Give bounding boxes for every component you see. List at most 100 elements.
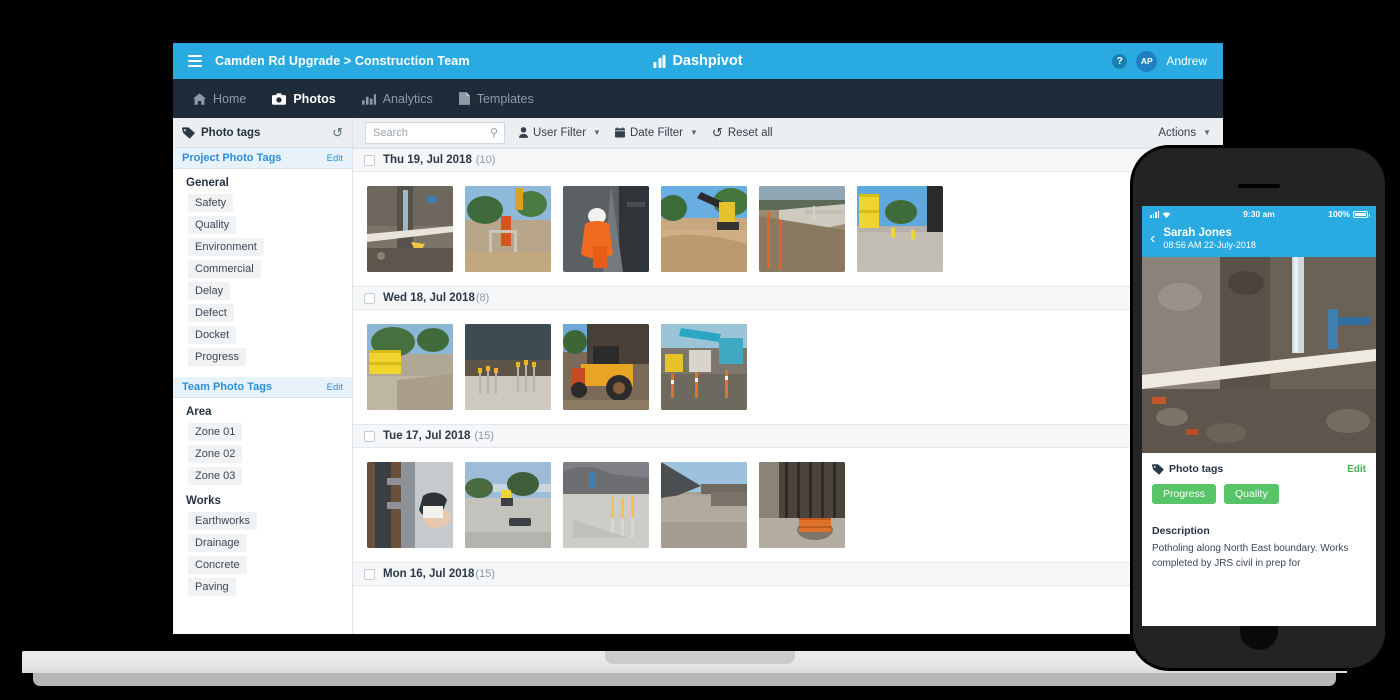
brand-logo: Dashpivot <box>653 53 742 69</box>
photo-thumbnail[interactable] <box>563 186 649 272</box>
chevron-down-icon: ▼ <box>690 128 698 137</box>
nav-item-photos[interactable]: Photos <box>272 92 335 106</box>
tag-chip[interactable]: Zone 01 <box>188 423 242 441</box>
user-name[interactable]: Andrew <box>1166 54 1207 68</box>
help-icon[interactable]: ? <box>1112 54 1127 69</box>
phone-header: ‹ Sarah Jones 08:56 AM 22-July-2018 <box>1142 222 1376 257</box>
date-group-count: (15) <box>474 430 494 442</box>
user-filter-label: User Filter <box>533 127 586 139</box>
photo-thumbnail[interactable] <box>563 462 649 548</box>
tag-chip[interactable]: Drainage <box>188 534 247 552</box>
search-icon[interactable]: ⚲ <box>490 126 498 139</box>
user-icon <box>519 127 528 138</box>
date-group-label: Wed 18, Jul 2018 <box>383 292 475 304</box>
phone-tag-chip[interactable]: Progress <box>1152 484 1216 504</box>
tag-chip[interactable]: Docket <box>188 326 236 344</box>
thumbnail-row <box>353 310 1223 424</box>
photo-thumbnail[interactable] <box>661 186 747 272</box>
photo-thumbnail[interactable] <box>759 186 845 272</box>
photo-thumbnail[interactable] <box>367 462 453 548</box>
reset-all-button[interactable]: ↺ Reset all <box>712 125 773 141</box>
wifi-icon <box>1162 211 1171 218</box>
date-group-header[interactable]: Tue 17, Jul 2018 (15) <box>353 424 1223 448</box>
hamburger-icon[interactable] <box>188 55 202 67</box>
tag-chip[interactable]: Quality <box>188 216 236 234</box>
phone-tags-title: Photo tags <box>1169 463 1223 475</box>
date-group-header[interactable]: Wed 18, Jul 2018 (8) <box>353 286 1223 310</box>
edit-link-project-tags[interactable]: Edit <box>327 153 343 164</box>
app-content: Photo tags ↺ Project Photo Tags Edit Gen… <box>173 118 1223 634</box>
search-field[interactable]: ⚲ <box>365 122 505 144</box>
camera-icon <box>272 93 286 105</box>
nav-item-templates[interactable]: Templates <box>459 92 534 106</box>
chart-icon <box>362 93 376 105</box>
sidebar-title: Photo tags <box>201 127 260 139</box>
date-group-checkbox[interactable] <box>364 431 375 442</box>
section-title: Project Photo Tags <box>182 152 281 164</box>
photo-timestamp: 08:56 AM 22-July-2018 <box>1163 240 1256 250</box>
section-header-team-photo-tags[interactable]: Team Photo Tags Edit <box>173 377 352 398</box>
date-group-label: Mon 16, Jul 2018 <box>383 568 474 580</box>
photo-thumbnail[interactable] <box>857 186 943 272</box>
date-group-header[interactable]: Mon 16, Jul 2018 (15) <box>353 562 1223 586</box>
bar-chart-icon <box>653 55 665 68</box>
tag-list-works: Earthworks Drainage Concrete Paving <box>173 510 352 598</box>
tag-icon <box>182 127 195 139</box>
date-group-header[interactable]: Thu 19, Jul 2018 (10) <box>353 148 1223 172</box>
phone-description-body: Potholing along North East boundary. Wor… <box>1142 537 1376 571</box>
date-filter-button[interactable]: Date Filter ▼ <box>615 127 698 139</box>
tag-chip[interactable]: Progress <box>188 348 246 366</box>
photo-tags-sidebar: Photo tags ↺ Project Photo Tags Edit Gen… <box>173 118 353 634</box>
tag-group-label-area: Area <box>173 398 352 421</box>
laptop-screen: Camden Rd Upgrade > Construction Team Da… <box>173 43 1223 634</box>
photo-thumbnail[interactable] <box>563 324 649 410</box>
date-group-checkbox[interactable] <box>364 569 375 580</box>
phone-edit-tags-link[interactable]: Edit <box>1347 464 1366 475</box>
date-group-checkbox[interactable] <box>364 293 375 304</box>
tag-chip[interactable]: Environment <box>188 238 264 256</box>
photo-thumbnail[interactable] <box>367 324 453 410</box>
photo-groups-list[interactable]: Thu 19, Jul 2018 (10) Wed 18, <box>353 148 1223 634</box>
photo-thumbnail[interactable] <box>759 462 845 548</box>
undo-icon[interactable]: ↺ <box>332 125 343 141</box>
tag-chip[interactable]: Safety <box>188 194 233 212</box>
actions-dropdown[interactable]: Actions ▼ <box>1158 127 1211 139</box>
nav-item-analytics[interactable]: Analytics <box>362 92 433 106</box>
tag-chip[interactable]: Earthworks <box>188 512 257 530</box>
photo-thumbnail[interactable] <box>661 324 747 410</box>
date-group-count: (10) <box>476 154 496 166</box>
home-icon <box>193 93 206 105</box>
tag-chip[interactable]: Zone 02 <box>188 445 242 463</box>
tag-chip[interactable]: Defect <box>188 304 234 322</box>
tag-chip[interactable]: Zone 03 <box>188 467 242 485</box>
phone-tag-chip[interactable]: Quality <box>1224 484 1279 504</box>
search-input[interactable] <box>366 123 504 143</box>
status-left-group <box>1150 211 1171 218</box>
photo-thumbnail[interactable] <box>367 186 453 272</box>
nav-item-home[interactable]: Home <box>193 92 246 106</box>
date-group-label: Tue 17, Jul 2018 <box>383 430 470 442</box>
chevron-left-icon[interactable]: ‹ <box>1150 231 1155 247</box>
trench-pipe-photo <box>1142 257 1376 453</box>
photo-thumbnail[interactable] <box>465 324 551 410</box>
user-filter-button[interactable]: User Filter ▼ <box>519 127 601 139</box>
calendar-icon <box>615 127 625 138</box>
status-right-group: 100% <box>1328 209 1368 219</box>
avatar[interactable]: AP <box>1136 51 1157 72</box>
tag-list-area: Zone 01 Zone 02 Zone 03 <box>173 421 352 487</box>
nav-label-home: Home <box>213 92 246 106</box>
date-group-count: (15) <box>475 568 495 580</box>
photo-thumbnail[interactable] <box>465 186 551 272</box>
section-header-project-photo-tags[interactable]: Project Photo Tags Edit <box>173 148 352 169</box>
tag-chip[interactable]: Paving <box>188 578 236 596</box>
breadcrumb[interactable]: Camden Rd Upgrade > Construction Team <box>215 54 470 68</box>
phone-photo-viewer[interactable] <box>1142 257 1376 453</box>
photo-thumbnail[interactable] <box>465 462 551 548</box>
date-group-checkbox[interactable] <box>364 155 375 166</box>
laptop-base-notch <box>605 651 795 664</box>
photo-thumbnail[interactable] <box>661 462 747 548</box>
edit-link-team-tags[interactable]: Edit <box>327 382 343 393</box>
tag-chip[interactable]: Delay <box>188 282 230 300</box>
tag-chip[interactable]: Concrete <box>188 556 247 574</box>
tag-chip[interactable]: Commercial <box>188 260 261 278</box>
